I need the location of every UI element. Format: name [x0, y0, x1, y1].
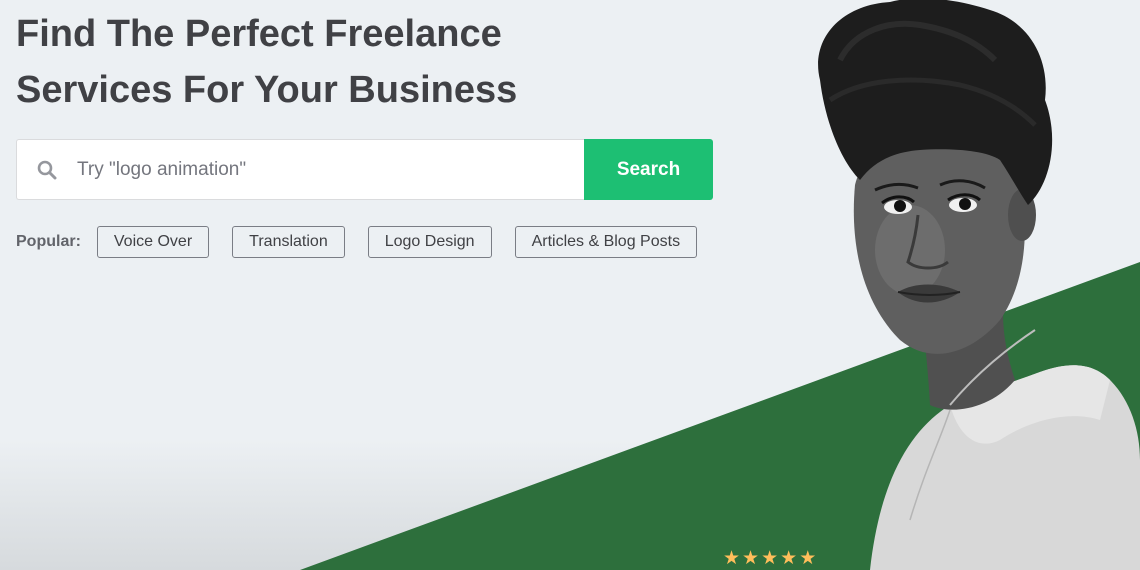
title-line-2: Services For Your Business — [16, 69, 518, 111]
search-field[interactable] — [16, 139, 584, 200]
star-icon: ★ — [742, 548, 760, 569]
star-icon: ★ — [799, 548, 817, 569]
popular-label: Popular: — [16, 233, 81, 250]
hero-section: Find The Perfect Freelance Services For … — [0, 0, 1140, 570]
hero-portrait-image — [818, 0, 1140, 570]
popular-tag-voice-over[interactable]: Voice Over — [96, 226, 210, 258]
search-icon — [37, 160, 57, 179]
star-icon: ★ — [780, 548, 798, 569]
popular-tag-translation[interactable]: Translation — [232, 226, 345, 258]
popular-tag-articles-blog-posts[interactable]: Articles & Blog Posts — [514, 226, 698, 258]
star-rating: ★ ★ ★ ★ ★ — [723, 549, 816, 569]
search-input[interactable] — [75, 157, 584, 182]
popular-tag-logo-design[interactable]: Logo Design — [367, 226, 492, 258]
page-title: Find The Perfect Freelance Services For … — [16, 6, 616, 118]
search-button[interactable]: Search — [584, 139, 713, 200]
star-icon: ★ — [723, 548, 741, 569]
popular-searches: Popular: Voice Over Translation Logo Des… — [16, 226, 698, 258]
title-line-1: Find The Perfect Freelance — [16, 13, 502, 55]
search-bar: Search — [16, 139, 713, 200]
star-icon: ★ — [761, 548, 779, 569]
